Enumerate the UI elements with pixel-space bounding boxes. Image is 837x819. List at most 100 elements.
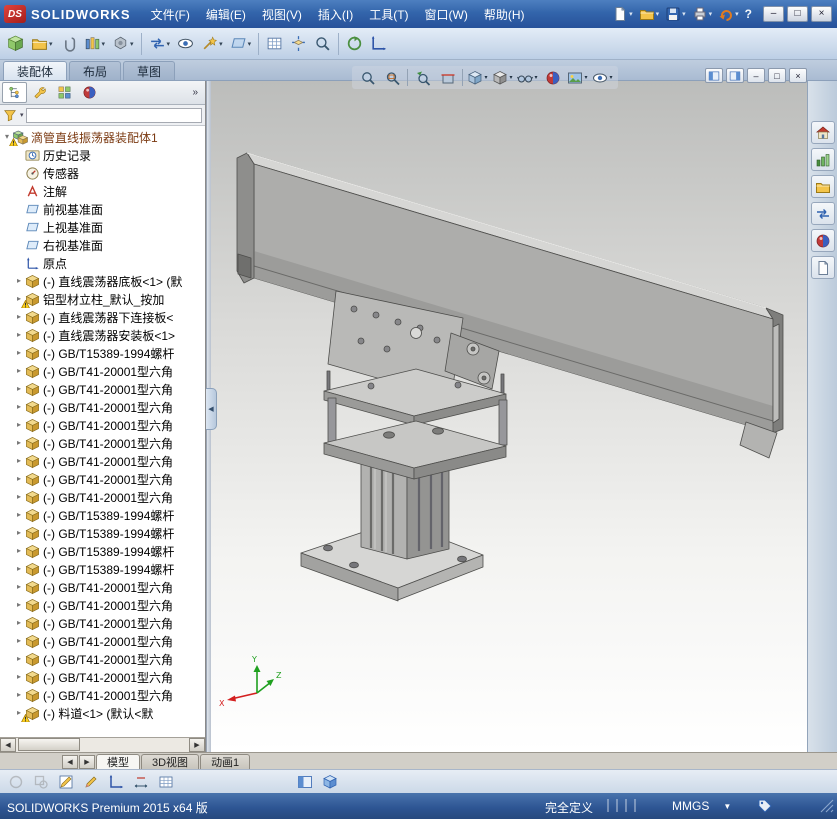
- tab-scroll-left-button[interactable]: ◀: [62, 755, 78, 769]
- hide-show-items-dropdown-icon[interactable]: ▾: [534, 74, 537, 81]
- menu-item-2[interactable]: 编辑(E): [198, 2, 254, 27]
- graphics-area[interactable]: X Y Z: [211, 81, 807, 752]
- command-tab-2[interactable]: 布局: [69, 61, 122, 80]
- tree-item[interactable]: ▸ (-) GB/T41-20001型六角: [2, 650, 205, 668]
- tree-item[interactable]: 历史记录: [2, 146, 205, 164]
- design-library-tab[interactable]: [810, 148, 835, 171]
- minimize-button[interactable]: –: [763, 6, 784, 22]
- tree-expander-icon[interactable]: ▸: [14, 421, 24, 429]
- coordinate-system-icon[interactable]: [104, 772, 127, 792]
- scroll-left-button[interactable]: ◀: [0, 738, 16, 752]
- sketch-icon[interactable]: [54, 772, 77, 792]
- tab-scroll-right-button[interactable]: ▶: [79, 755, 95, 769]
- tree-expander-icon[interactable]: ▸: [14, 511, 24, 519]
- previous-view-icon[interactable]: [410, 67, 435, 88]
- tree-item[interactable]: 前视基准面: [2, 200, 205, 218]
- view-tab-2[interactable]: 3D视图: [141, 754, 200, 769]
- tree-item[interactable]: 原点: [2, 254, 205, 272]
- open-dropdown-icon[interactable]: ▾: [656, 10, 660, 18]
- units-dropdown-icon[interactable]: ▼: [723, 802, 731, 811]
- restore-button[interactable]: □: [787, 6, 808, 22]
- scroll-right-button[interactable]: ▶: [189, 738, 205, 752]
- tree-item[interactable]: ▸ (-) GB/T41-20001型六角: [2, 380, 205, 398]
- sketch-tools-disabled-icon[interactable]: [29, 772, 52, 792]
- tree-item[interactable]: ▸ (-) GB/T15389-1994螺杆: [2, 560, 205, 578]
- tree-item[interactable]: ▸ (-) 直线震荡器安装板<1>: [2, 326, 205, 344]
- tree-item[interactable]: ▸ (-) GB/T41-20001型六角: [2, 470, 205, 488]
- zoom-area-icon[interactable]: [380, 67, 405, 88]
- view-tab-3[interactable]: 动画1: [200, 754, 251, 769]
- smart-fasteners-dropdown-icon[interactable]: ▾: [130, 40, 134, 48]
- section-view-icon[interactable]: [435, 67, 460, 88]
- featuremanager-tab[interactable]: [2, 82, 27, 103]
- undo-icon[interactable]: ▾: [715, 4, 742, 24]
- mate-icon[interactable]: [57, 31, 80, 57]
- menu-item-6[interactable]: 窗口(W): [417, 2, 476, 27]
- reference-geometry-dropdown-icon[interactable]: ▾: [248, 40, 252, 48]
- tree-expander-icon[interactable]: ▸: [14, 475, 24, 483]
- tree-item[interactable]: ▸ (-) GB/T41-20001型六角: [2, 416, 205, 434]
- tree-expander-icon[interactable]: ▸: [14, 349, 24, 357]
- tree-expander-icon[interactable]: ▸: [14, 637, 24, 645]
- assembly-3d-model[interactable]: X Y Z: [211, 81, 807, 752]
- insert-components-icon[interactable]: [4, 31, 27, 57]
- apply-scene-dropdown-icon[interactable]: ▾: [584, 74, 587, 81]
- instant3d-icon[interactable]: [367, 31, 390, 57]
- custom-properties-tab[interactable]: [810, 256, 835, 279]
- display-pane-toggle-icon[interactable]: [318, 772, 341, 792]
- tree-item[interactable]: ▸ (-) GB/T15389-1994螺杆: [2, 524, 205, 542]
- menu-item-5[interactable]: 工具(T): [361, 2, 416, 27]
- tree-expander-icon[interactable]: ▸: [14, 439, 24, 447]
- assembly-features-dropdown-icon[interactable]: ▾: [219, 40, 223, 48]
- zoom-fit-icon[interactable]: [355, 67, 380, 88]
- tree-item[interactable]: ▸ (-) GB/T41-20001型六角: [2, 398, 205, 416]
- task-pane-toggle-icon[interactable]: [293, 772, 316, 792]
- collapse-panel-button[interactable]: ◀: [206, 388, 217, 430]
- print-dropdown-icon[interactable]: ▾: [709, 10, 713, 18]
- smart-fasteners-icon[interactable]: ▾: [109, 31, 137, 57]
- appearances-scenes-tab[interactable]: [810, 229, 835, 252]
- view-orientation-dropdown-icon[interactable]: ▾: [484, 74, 487, 81]
- tree-item[interactable]: 右视基准面: [2, 236, 205, 254]
- tree-expander-icon[interactable]: ▸: [14, 565, 24, 573]
- vibration-plates[interactable]: [323, 368, 508, 480]
- status-tag-icon[interactable]: [757, 798, 773, 814]
- tree-item[interactable]: ▸ (-) GB/T41-20001型六角: [2, 362, 205, 380]
- edit-appearance-icon[interactable]: [540, 67, 565, 88]
- smart-dimension-icon[interactable]: [129, 772, 152, 792]
- tree-expander-icon[interactable]: ▸: [14, 673, 24, 681]
- tree-expander-icon[interactable]: ▸: [14, 313, 24, 321]
- pane-split-icon[interactable]: [726, 68, 744, 83]
- hide-show-items-icon[interactable]: ▾: [515, 67, 540, 88]
- tree-expander-icon[interactable]: ▸: [14, 601, 24, 609]
- pane-preview-icon[interactable]: [705, 68, 723, 83]
- interference-detection-icon[interactable]: [311, 31, 334, 57]
- filter-dropdown-icon[interactable]: ▾: [20, 111, 24, 119]
- undo-dropdown-icon[interactable]: ▾: [735, 10, 739, 18]
- tree-item[interactable]: ▸ (-) 料道<1> (默认<默: [2, 704, 205, 722]
- tree-expander-icon[interactable]: ▸: [14, 547, 24, 555]
- move-component-icon[interactable]: ▾: [146, 31, 174, 57]
- resize-grip[interactable]: [819, 798, 835, 814]
- tree-item[interactable]: ▸ (-) GB/T41-20001型六角: [2, 668, 205, 686]
- component-pattern-icon[interactable]: ▾: [81, 31, 109, 57]
- tree-expander-icon[interactable]: ▸: [14, 457, 24, 465]
- tree-item[interactable]: 上视基准面: [2, 218, 205, 236]
- tree-item[interactable]: ▸ (-) GB/T41-20001型六角: [2, 596, 205, 614]
- tree-item[interactable]: ▸ (-) 直线震荡器下连接板<: [2, 308, 205, 326]
- grid-snap-icon[interactable]: [154, 772, 177, 792]
- new-document-icon[interactable]: ▾: [609, 4, 636, 24]
- tree-expander-icon[interactable]: ▸: [14, 655, 24, 663]
- tree-item[interactable]: ▸ (-) GB/T41-20001型六角: [2, 686, 205, 704]
- save-dropdown-icon[interactable]: ▾: [682, 10, 686, 18]
- help-icon[interactable]: ?: [742, 5, 755, 23]
- menu-item-3[interactable]: 视图(V): [254, 2, 310, 27]
- feed-channel-beam[interactable]: [236, 152, 784, 459]
- doc-close-button[interactable]: ×: [789, 68, 807, 83]
- view-orientation-icon[interactable]: ▾: [465, 67, 490, 88]
- tree-expander-icon[interactable]: ▸: [14, 691, 24, 699]
- menu-item-4[interactable]: 插入(I): [310, 2, 361, 27]
- tree-item[interactable]: ▸ (-) GB/T15389-1994螺杆: [2, 542, 205, 560]
- bill-of-materials-icon[interactable]: [263, 31, 286, 57]
- view-settings-dropdown-icon[interactable]: ▾: [609, 74, 612, 81]
